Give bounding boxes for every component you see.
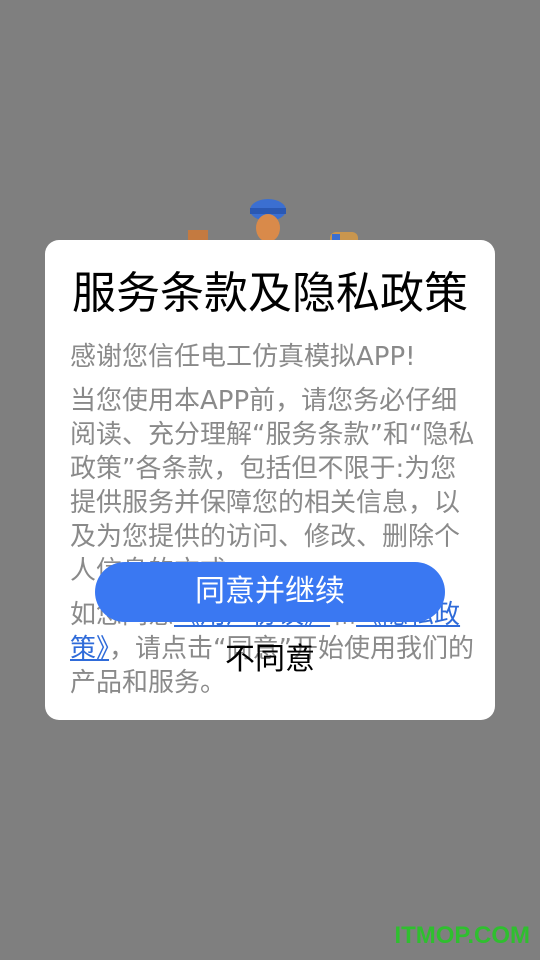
- agree-continue-button[interactable]: 同意并继续: [95, 562, 445, 622]
- watermark-logo: ITMOP.COM: [394, 922, 530, 949]
- terms-paragraph: 当您使用本APP前，请您务必仔细阅读、充分理解“服务条款”和“隐私政策”各条款，…: [70, 386, 475, 586]
- disagree-button[interactable]: 不同意: [45, 638, 495, 682]
- thanks-text: 感谢您信任电工仿真模拟APP!: [70, 342, 416, 372]
- terms-dialog: 服务条款及隐私政策 感谢您信任电工仿真模拟APP! 当您使用本APP前，请您务必…: [45, 240, 495, 720]
- dialog-title: 服务条款及隐私政策: [72, 268, 468, 319]
